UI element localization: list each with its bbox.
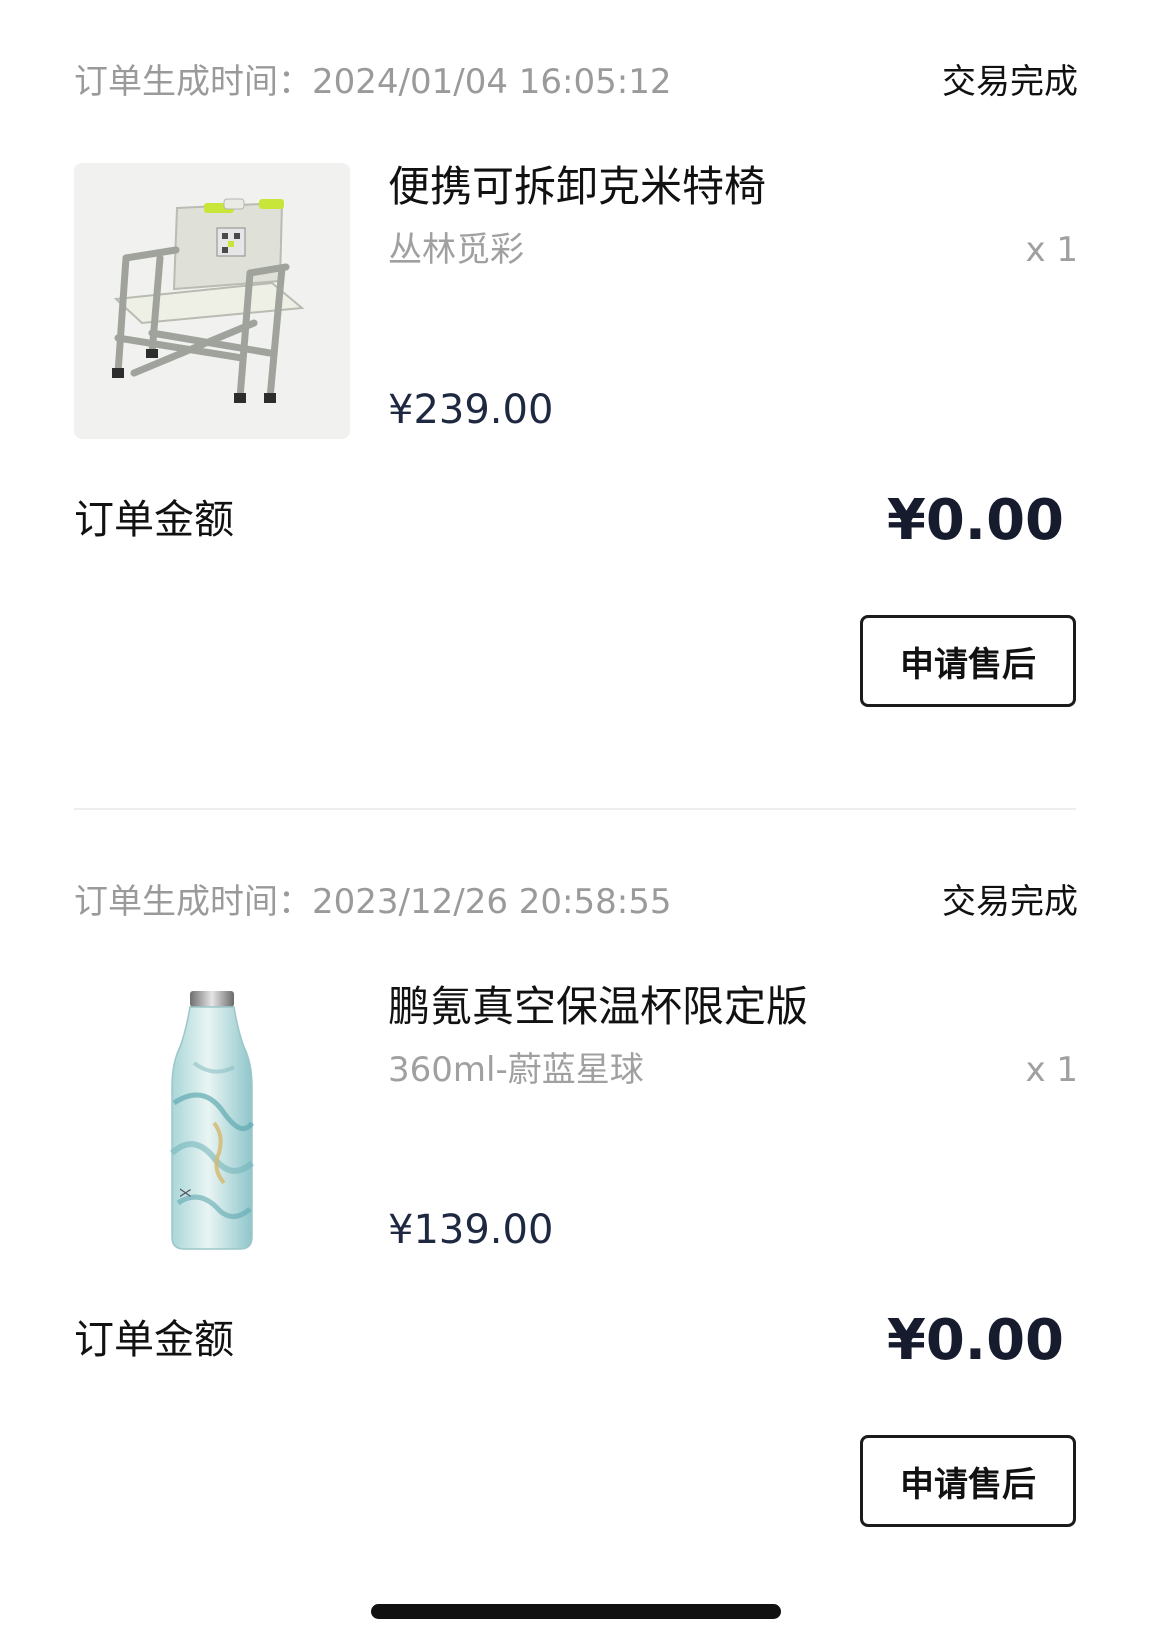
product-quantity: x 1 (1025, 1050, 1078, 1090)
order-amount-value: ¥0.00 (886, 1308, 1064, 1373)
order-amount-value: ¥0.00 (886, 488, 1064, 553)
order-created-time: 订单生成时间：2024/01/04 16:05:12 (74, 62, 672, 102)
vacuum-bottle-icon: X (169, 991, 255, 1250)
product-spec: 丛林觅彩 (388, 230, 524, 270)
svg-text:X: X (176, 1188, 192, 1198)
order-amount-label: 订单金额 (74, 1317, 234, 1363)
folding-camp-chair-icon (112, 198, 305, 403)
home-indicator[interactable] (371, 1604, 781, 1619)
order-divider (74, 808, 1076, 810)
product-price: ¥239.00 (388, 387, 554, 433)
order-created-time: 订单生成时间：2023/12/26 20:58:55 (74, 882, 672, 922)
product-thumbnail[interactable]: X (74, 983, 350, 1259)
order-amount-label: 订单金额 (74, 497, 234, 543)
product-quantity: x 1 (1025, 230, 1078, 270)
product-name[interactable]: 便携可拆卸克米特椅 (388, 160, 766, 214)
order-status: 交易完成 (942, 882, 1078, 922)
product-spec: 360ml-蔚蓝星球 (388, 1050, 644, 1090)
product-name[interactable]: 鹏氪真空保温杯限定版 (388, 980, 808, 1034)
apply-aftersale-button[interactable]: 申请售后 (860, 615, 1076, 707)
order-status: 交易完成 (942, 62, 1078, 102)
product-thumbnail[interactable] (74, 163, 350, 439)
apply-aftersale-button[interactable]: 申请售后 (860, 1435, 1076, 1527)
product-price: ¥139.00 (388, 1207, 554, 1253)
